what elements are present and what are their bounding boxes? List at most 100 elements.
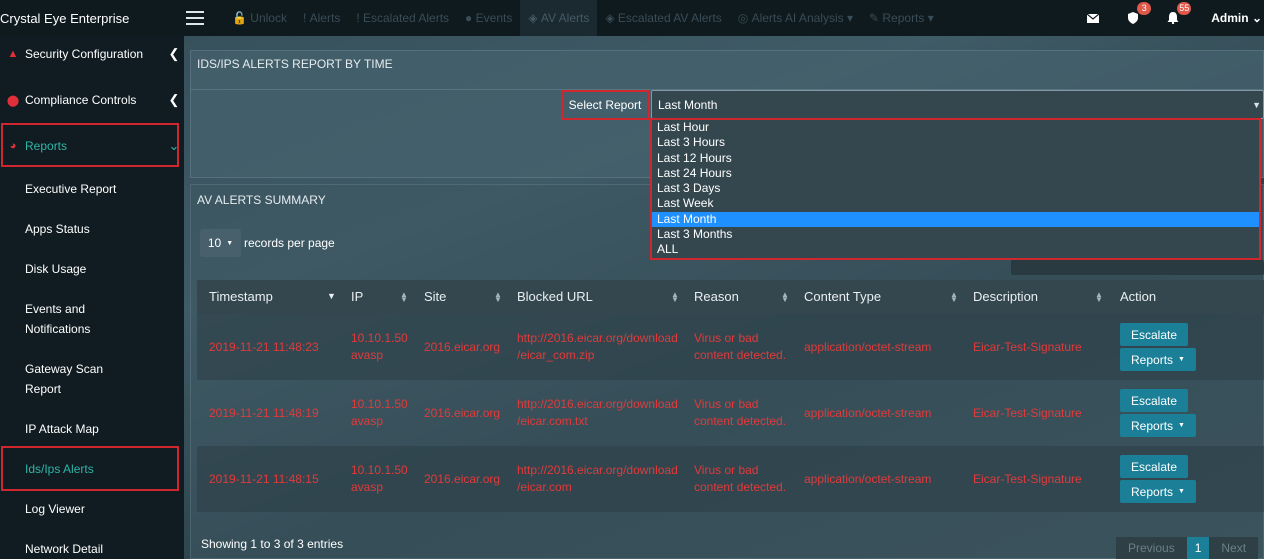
globe-icon: ◎ <box>737 11 752 25</box>
sidebar-item-compliance-controls[interactable]: ⬤ Compliance Controls ❮ <box>0 84 184 116</box>
highlight-box-reports <box>1 123 179 167</box>
cell-blocked-url: http://2016.eicar.org/download/eicar.com <box>517 463 678 494</box>
reports-dropdown-button[interactable]: Reports ▼ <box>1120 348 1196 371</box>
topnav-escalated-alerts[interactable]: ! Escalated Alerts <box>348 0 457 36</box>
sort-icon[interactable]: ▲ ▼ <box>781 291 789 304</box>
cell-content-type: application/octet-stream <box>804 340 932 354</box>
topnav-events[interactable]: ● Events <box>457 0 520 36</box>
search-input[interactable] <box>1011 260 1264 275</box>
caret-down-icon: ▼ <box>1178 422 1185 429</box>
records-per-page: 10 ▼ records per page <box>200 229 335 257</box>
highlight-box-select-label <box>561 90 650 120</box>
escalate-button[interactable]: Escalate <box>1120 389 1188 412</box>
sidebar-item-events-notifications[interactable]: Events and Notifications <box>0 299 184 339</box>
caret-down-icon: ▼ <box>1178 356 1185 363</box>
alert-icon: ! <box>356 11 363 25</box>
topnav-escalated-av-alerts[interactable]: ◈ Escalated AV Alerts <box>597 0 729 36</box>
topnav-av-alerts[interactable]: ◈ AV Alerts <box>520 0 598 36</box>
alert-icon: ! <box>302 11 310 25</box>
top-bar: Crystal Eye Enterprise 🔓 Unlock ! Alerts… <box>0 0 1264 36</box>
shield-icon: ◈ <box>528 11 541 25</box>
bell-icon <box>1167 12 1179 24</box>
pagination-next[interactable]: Next <box>1209 537 1259 559</box>
sort-icon[interactable]: ▲ ▼ <box>1095 291 1103 304</box>
records-per-page-label: records per page <box>244 236 335 250</box>
cell-site: 2016.eicar.org <box>424 406 501 420</box>
column-blocked-url[interactable]: Blocked URL <box>517 280 593 314</box>
sidebar-item-log-viewer[interactable]: Log Viewer <box>0 499 184 519</box>
shield-notifications[interactable]: 3 <box>1113 0 1153 36</box>
topnav-alerts[interactable]: ! Alerts <box>295 0 348 36</box>
reports-dropdown-button[interactable]: Reports ▼ <box>1120 480 1196 503</box>
sort-icon[interactable]: ▲ ▼ <box>494 291 502 304</box>
cell-timestamp: 2019-11-21 11:48:15 <box>209 472 319 486</box>
app-title[interactable]: Crystal Eye Enterprise <box>0 11 184 26</box>
showing-entries-text: Showing 1 to 3 of 3 entries <box>201 537 344 551</box>
selected-report-value: Last Month <box>658 97 718 112</box>
hamburger-menu-icon[interactable] <box>186 0 214 36</box>
topnav-alerts-ai-analysis[interactable]: ◎ Alerts AI Analysis ▾ <box>730 0 861 36</box>
escalate-button[interactable]: Escalate <box>1120 455 1188 478</box>
chevron-left-icon: ❮ <box>168 92 180 107</box>
bell-badge: 55 <box>1177 2 1192 15</box>
caret-down-icon: ▼ <box>226 239 234 247</box>
select-report-dropdown[interactable]: Last Month ▼ <box>651 90 1264 119</box>
cell-blocked-url: http://2016.eicar.org/download/eicar.com… <box>517 397 678 428</box>
admin-menu[interactable]: Admin ⌄ <box>1193 11 1264 25</box>
table-header: Timestamp ▼ IP ▲ ▼ Site ▲ ▼ Blocked URL ▲ ▼… <box>197 280 1264 314</box>
sort-icon[interactable]: ▲ ▼ <box>950 291 958 304</box>
shield-icon: ◈ <box>605 11 618 25</box>
column-reason[interactable]: Reason <box>694 280 739 314</box>
pencil-icon: ✎ <box>868 11 883 25</box>
pagination: Previous 1 Next <box>1116 537 1259 559</box>
sort-desc-icon[interactable]: ▼ <box>327 292 336 301</box>
reports-dropdown-button[interactable]: Reports ▼ <box>1120 414 1196 437</box>
escalate-button[interactable]: Escalate <box>1120 323 1188 346</box>
sidebar-item-network-detail[interactable]: Network Detail <box>0 539 184 559</box>
envelope-icon[interactable] <box>1073 0 1113 36</box>
sidebar-item-disk-usage[interactable]: Disk Usage <box>0 259 184 279</box>
caret-down-icon: ▼ <box>1252 99 1261 110</box>
cell-ip: 10.10.1.50 avasp <box>351 463 408 494</box>
sidebar: ▲ Security Configuration ❮ ⬤ Compliance … <box>0 36 184 559</box>
records-per-page-select[interactable]: 10 ▼ <box>200 229 241 257</box>
caret-down-icon: ▾ <box>843 11 853 25</box>
column-site[interactable]: Site <box>424 280 446 314</box>
cell-description: Eicar-Test-Signature <box>973 472 1082 486</box>
highlight-box-dropdown <box>650 118 1261 260</box>
unlock-icon: 🔓 <box>232 11 251 25</box>
cell-blocked-url: http://2016.eicar.org/download/eicar_com… <box>517 331 678 362</box>
cell-description: Eicar-Test-Signature <box>973 406 1082 420</box>
sidebar-item-apps-status[interactable]: Apps Status <box>0 219 184 239</box>
cell-site: 2016.eicar.org <box>424 340 501 354</box>
cell-ip: 10.10.1.50 avasp <box>351 331 408 362</box>
pagination-previous[interactable]: Previous <box>1116 537 1187 559</box>
warning-icon: ▲ <box>7 48 19 60</box>
cell-content-type: application/octet-stream <box>804 406 932 420</box>
caret-down-icon: ▾ <box>924 11 934 25</box>
topnav-reports[interactable]: ✎ Reports ▾ <box>861 0 942 36</box>
cell-timestamp: 2019-11-21 11:48:19 <box>209 406 319 420</box>
cell-description: Eicar-Test-Signature <box>973 340 1082 354</box>
topnav-unlock[interactable]: 🔓 Unlock <box>224 0 295 36</box>
column-ip[interactable]: IP <box>351 280 363 314</box>
summary-panel-title: AV ALERTS SUMMARY <box>197 193 326 207</box>
sort-icon[interactable]: ▲ ▼ <box>400 291 408 304</box>
sort-icon[interactable]: ▲ ▼ <box>671 291 679 304</box>
sidebar-item-security-configuration[interactable]: ▲ Security Configuration ❮ <box>0 38 184 70</box>
column-timestamp[interactable]: Timestamp <box>209 280 273 314</box>
chevron-down-icon: ⌄ <box>1248 11 1262 25</box>
column-content-type[interactable]: Content Type <box>804 280 881 314</box>
cell-site: 2016.eicar.org <box>424 472 501 486</box>
bell-notifications[interactable]: 55 <box>1153 0 1193 36</box>
column-description[interactable]: Description <box>973 280 1038 314</box>
pagination-page-1[interactable]: 1 <box>1186 537 1210 559</box>
sidebar-item-ip-attack-map[interactable]: IP Attack Map <box>0 419 184 439</box>
cell-ip: 10.10.1.50 avasp <box>351 397 408 428</box>
sidebar-item-executive-report[interactable]: Executive Report <box>0 179 184 199</box>
sidebar-item-gateway-scan-report[interactable]: Gateway Scan Report <box>0 359 184 399</box>
shield-icon <box>1128 12 1139 24</box>
cell-reason: Virus or bad content detected. <box>694 397 787 428</box>
chevron-left-icon: ❮ <box>168 46 180 61</box>
cell-content-type: application/octet-stream <box>804 472 932 486</box>
